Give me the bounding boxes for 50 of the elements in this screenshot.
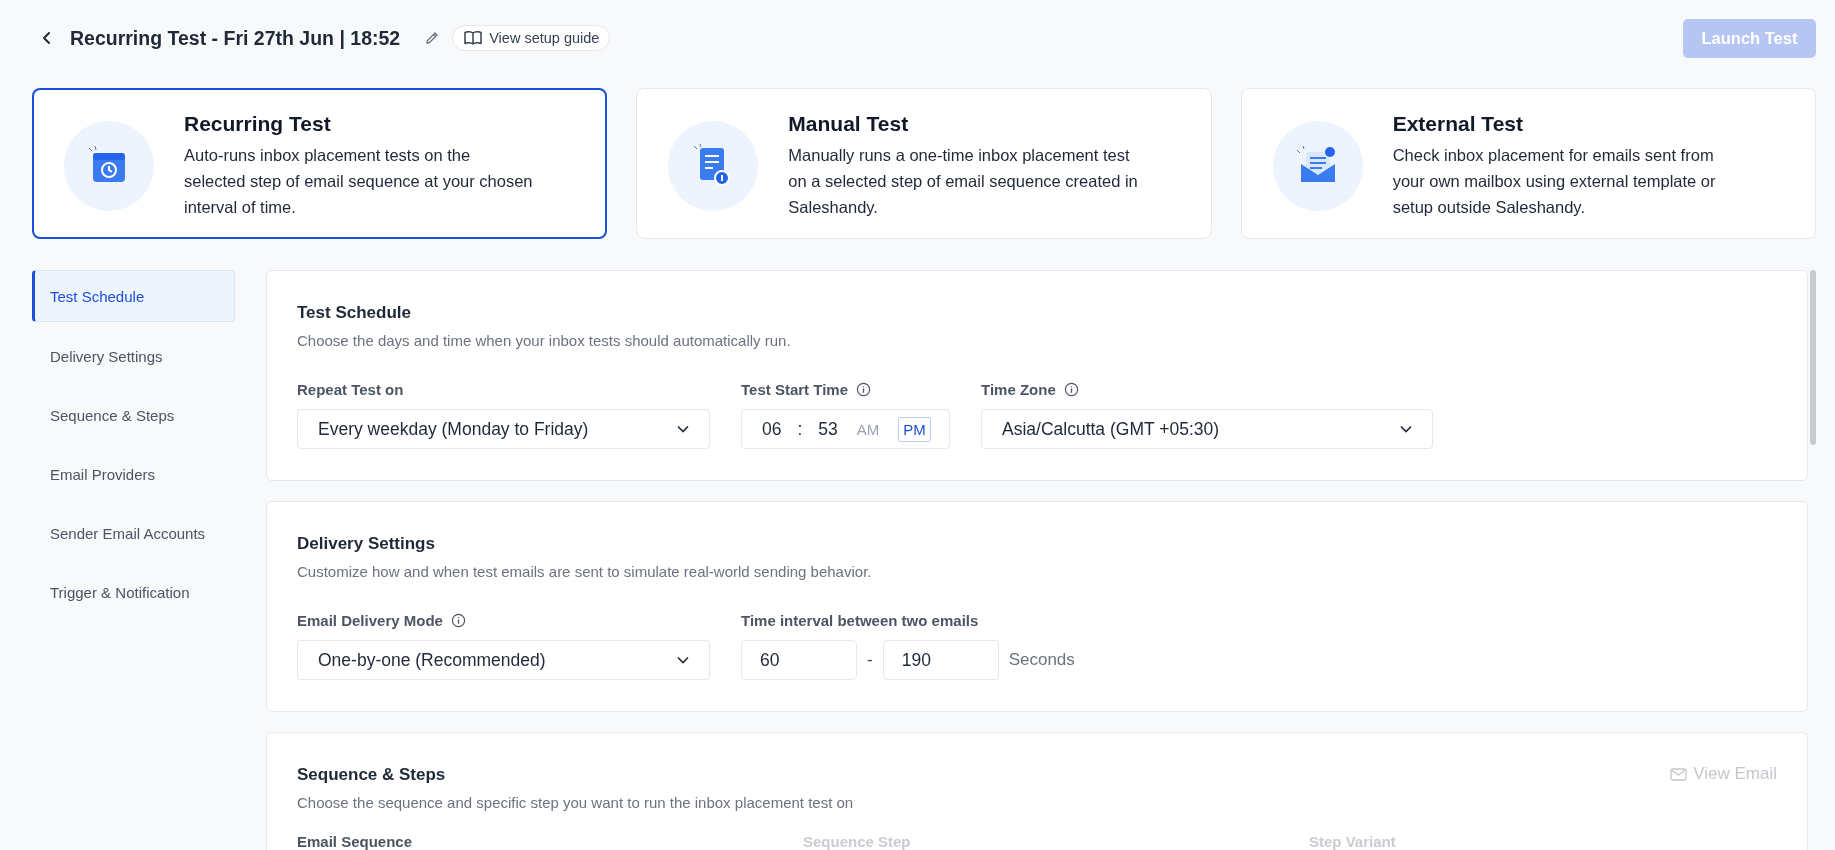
max-interval-input[interactable]: 190	[882, 640, 999, 680]
envelope-icon	[1670, 767, 1688, 781]
field-label: Email Sequence	[297, 833, 414, 850]
minute-value[interactable]: 53	[818, 418, 838, 440]
info-icon[interactable]	[450, 612, 466, 628]
page-title: Recurring Test - Fri 27th Jun | 18:52	[70, 26, 401, 50]
card-description: Auto-runs inbox placement tests on the selected step of email sequence at your chosen interval of time.	[184, 145, 534, 218]
chevron-down-icon	[677, 656, 689, 664]
card-title: External Test	[1392, 112, 1524, 136]
delivery-mode-dropdown[interactable]: One-by-one (Recommended)	[297, 640, 710, 680]
min-interval-input[interactable]: 60	[741, 640, 857, 680]
field-label: Time interval between two emails	[741, 611, 979, 629]
unit-label: Seconds	[1008, 650, 1075, 670]
time-separator: :	[797, 418, 803, 440]
sidebar-item[interactable]: Delivery Settings	[32, 331, 235, 381]
section-description: Customize how and when test emails are sent to simulate real-world sending behavior.	[297, 563, 873, 580]
field-label: Test Start Time	[741, 380, 848, 398]
time-picker[interactable]: 06 : 53 AM PM	[741, 409, 950, 449]
repeat-dropdown[interactable]: Every weekday (Monday to Friday)	[297, 409, 710, 449]
info-icon[interactable]	[1063, 381, 1079, 397]
hour-value[interactable]: 06	[762, 418, 782, 440]
section-title: Test Schedule	[297, 303, 412, 323]
card-title: Manual Test	[788, 112, 910, 136]
field-label: Time Zone	[981, 380, 1056, 398]
book-icon	[463, 30, 484, 46]
card-description: Check inbox placement for emails sent from your own mailbox using external template or setup outside Saleshandy.	[1392, 145, 1717, 218]
section-title: Delivery Settings	[297, 534, 436, 554]
test-type-card[interactable]: Manual Test Manually runs a one-time inbox placement test on a selected step of email sequence created in Saleshandy.	[636, 88, 1212, 239]
section-description: Choose the sequence and specific step you want to run the inbox placement test on	[297, 794, 854, 811]
field-label: Repeat Test on	[297, 380, 404, 398]
scrollbar[interactable]	[1810, 270, 1816, 445]
info-icon[interactable]	[856, 381, 871, 397]
card-title: Recurring Test	[184, 112, 332, 136]
sidebar-item[interactable]: Email Providers	[32, 449, 235, 499]
test-type-card[interactable]: External Test Check inbox placement for emails sent from your own mailbox using external template or setup outside Saleshandy.	[1240, 88, 1816, 239]
chevron-down-icon	[677, 425, 689, 433]
sidebar-item[interactable]: Sequence & Steps	[32, 390, 235, 440]
time-zone-dropdown[interactable]: Asia/Calcutta (GMT +05:30)	[981, 409, 1433, 449]
chevron-down-icon	[1400, 425, 1412, 433]
field-label: Email Delivery Mode	[297, 611, 443, 629]
card-description: Manually runs a one-time inbox placement test on a selected step of email sequence created in Saleshandy.	[788, 145, 1139, 218]
sidebar-item[interactable]: Trigger & Notification	[32, 567, 235, 617]
test-type-card[interactable]: Recurring Test Auto-runs inbox placement tests on the selected step of email sequence at your chosen interval of time.	[32, 88, 608, 239]
section-title: Sequence & Steps	[297, 765, 447, 785]
period-toggle[interactable]: PM	[898, 416, 931, 442]
setup-guide-button[interactable]: View setup guide	[452, 25, 611, 51]
range-separator: -	[867, 650, 873, 670]
sidebar-item[interactable]: Sender Email Accounts	[32, 508, 235, 558]
section-description: Choose the days and time when your inbox tests should automatically run.	[297, 332, 792, 349]
sidebar-item[interactable]: Test Schedule	[32, 270, 235, 322]
